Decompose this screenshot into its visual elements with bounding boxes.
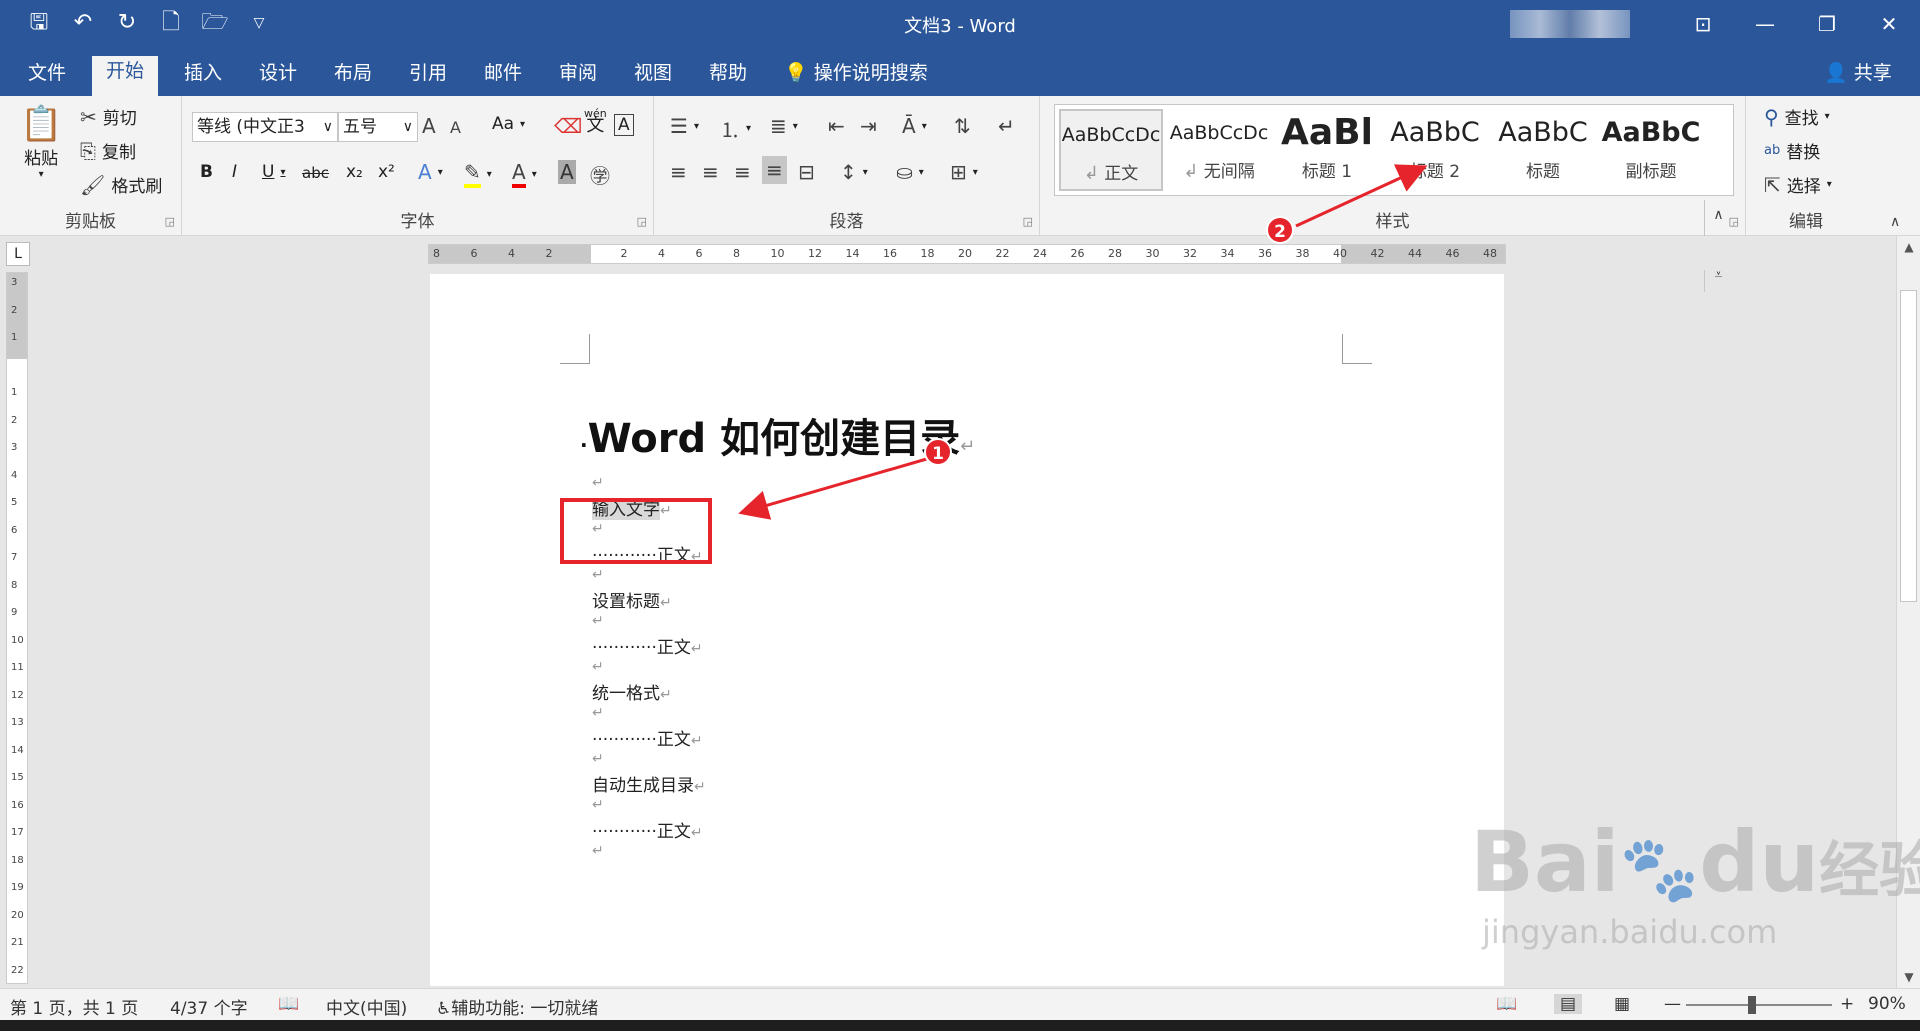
web-layout-icon[interactable]: ▦ (1614, 994, 1630, 1014)
os-taskbar (0, 1020, 1920, 1031)
print-layout-icon[interactable]: ▤ (1554, 994, 1583, 1014)
paw-icon: 🐾 (1619, 833, 1700, 907)
zoom-out-icon[interactable]: — (1664, 994, 1681, 1014)
page-count[interactable]: 第 1 页，共 1 页 (10, 994, 138, 1019)
read-mode-icon[interactable]: 📖 (1496, 994, 1517, 1014)
scroll-up-icon[interactable]: ▲ (1897, 240, 1920, 254)
zoom-slider-thumb[interactable] (1748, 996, 1756, 1014)
word-count[interactable]: 4/37 个字 (170, 994, 248, 1019)
scroll-down-icon[interactable]: ▼ (1897, 970, 1920, 984)
watermark: Bai🐾du经验 jingyan.baidu.com (1470, 813, 1920, 951)
step-badge-1: 1 (924, 438, 952, 466)
zoom-slider[interactable] (1686, 1004, 1832, 1006)
accessibility-icon: ♿ (436, 999, 452, 1019)
status-bar: 第 1 页，共 1 页 4/37 个字 📖 中文(中国) ♿辅助功能: 一切就绪… (0, 988, 1920, 1020)
step-badge-2: 2 (1266, 216, 1294, 244)
accessibility-status[interactable]: ♿辅助功能: 一切就绪 (436, 994, 598, 1019)
arrow-2 (1295, 164, 1428, 228)
arrow-1 (738, 456, 931, 520)
zoom-in-icon[interactable]: + (1840, 994, 1854, 1014)
scroll-thumb[interactable] (1900, 290, 1917, 602)
zoom-level[interactable]: 90% (1868, 994, 1906, 1014)
language[interactable]: 中文(中国) (326, 994, 407, 1019)
proofing-icon[interactable]: 📖 (278, 994, 299, 1014)
